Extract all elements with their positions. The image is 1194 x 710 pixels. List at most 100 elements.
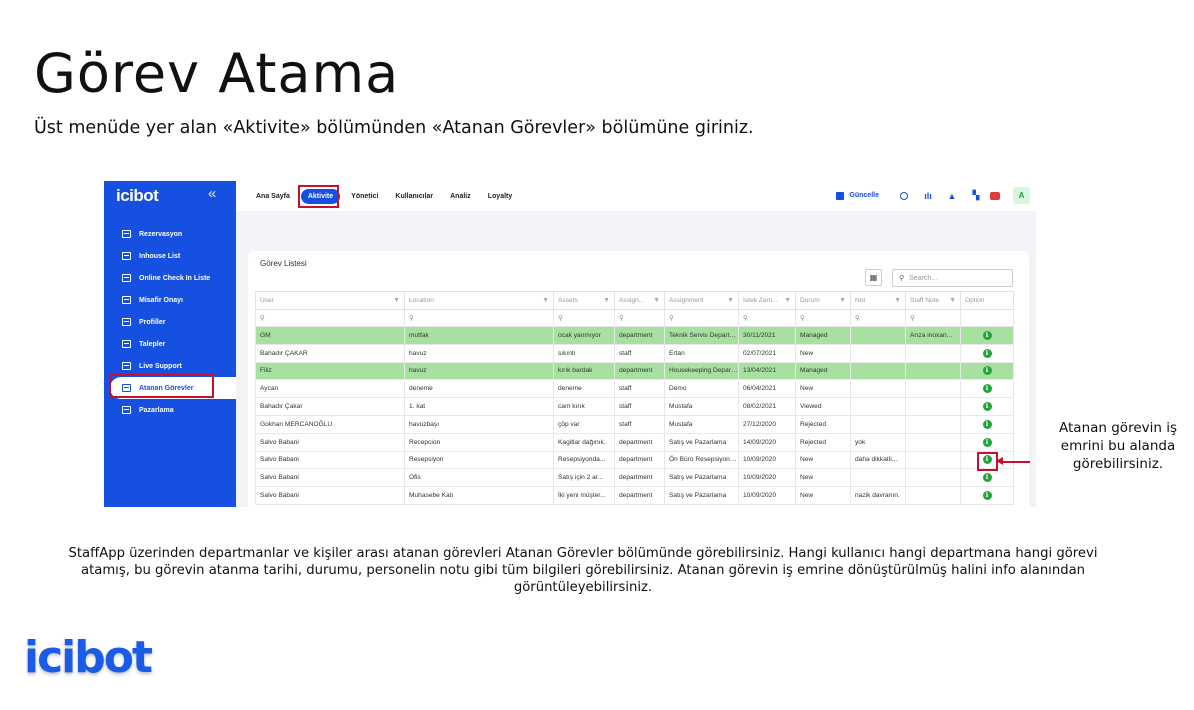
- sidebar-item-rezervasyon[interactable]: Rezervasyon: [104, 223, 236, 245]
- menu-item-loyalty[interactable]: Loyalty: [488, 193, 513, 200]
- column-header[interactable]: Assets ▼: [553, 291, 615, 310]
- info-icon[interactable]: i: [982, 348, 992, 358]
- save-button[interactable]: Güncelle: [836, 191, 879, 200]
- avatar[interactable]: A: [1013, 187, 1030, 204]
- table-row[interactable]: Salvo Babani Ofis Satış için 2 ar... depart…: [255, 468, 1014, 488]
- table-row[interactable]: Gokhan MERCANOĞLU havuzbaşı çöp var staff Mu…: [255, 414, 1014, 434]
- column-header[interactable]: Durum ▼: [795, 291, 851, 310]
- footer-logo: icibot: [24, 632, 153, 683]
- info-icon[interactable]: i: [982, 330, 992, 340]
- table-cell: 10/09/2020: [738, 468, 796, 488]
- table-row[interactable]: Aycan deneme deneme staff Demo 06/04/2021 New i: [255, 379, 1014, 399]
- info-icon[interactable]: i: [982, 419, 992, 429]
- table-cell: Salvo Babani: [255, 450, 405, 470]
- info-icon[interactable]: i: [982, 402, 992, 412]
- table-cell: Salvo Babani: [255, 468, 405, 488]
- flag-icon[interactable]: [990, 191, 1000, 200]
- column-filter-input[interactable]: ⚲: [795, 309, 851, 327]
- calendar-icon: [122, 340, 131, 348]
- table-body: ⚲ ⚲ ⚲ ⚲ ⚲ ⚲ ⚲ ⚲ ⚲ GM mutfak ocak yanmıyor department…: [255, 309, 1014, 505]
- filter-icon[interactable]: ▼: [839, 297, 846, 304]
- filter-icon[interactable]: ▼: [603, 297, 610, 304]
- calendar-icon: [122, 318, 131, 326]
- grid-icon[interactable]: ▚: [967, 190, 985, 201]
- column-header[interactable]: Location ▼: [404, 291, 554, 310]
- column-header-label: Assign...: [619, 297, 645, 304]
- sidebar: icibot « Rezervasyon Inhouse List Online C…: [104, 181, 236, 507]
- column-filter-input[interactable]: ⚲: [614, 309, 665, 327]
- column-filter-input[interactable]: ⚲: [905, 309, 961, 327]
- column-header[interactable]: Staff Note ▼: [905, 291, 961, 310]
- table-row[interactable]: Salvo Babani Recepcion Kagitlar dağınık. de…: [255, 432, 1014, 452]
- sidebar-item-label: Live Support: [139, 362, 182, 370]
- column-filter-input[interactable]: ⚲: [404, 309, 554, 327]
- table-cell: mutfak: [404, 326, 554, 345]
- menu-item-y-netici[interactable]: Yönetici: [351, 193, 378, 200]
- calendar-icon[interactable]: ▦: [865, 269, 882, 286]
- table-cell: New: [795, 343, 851, 363]
- table-row[interactable]: Bahadır Çakar 1. kat cam kırık staff Mustafa…: [255, 397, 1014, 416]
- table-cell: Salvo Babani: [255, 432, 405, 452]
- info-icon[interactable]: i: [982, 437, 992, 447]
- table-row[interactable]: Salvo Babani Resepsiyon Resepsiyonda... dep…: [255, 450, 1014, 470]
- sidebar-item-talepler[interactable]: Talepler: [104, 333, 236, 355]
- table-cell: nazik davranın.: [850, 486, 906, 505]
- filter-icon[interactable]: ▼: [542, 297, 549, 304]
- menu-item-ana-sayfa[interactable]: Ana Sayfa: [256, 193, 290, 200]
- info-icon[interactable]: i: [982, 366, 992, 376]
- table-cell: New: [795, 450, 851, 470]
- column-filter-input[interactable]: ⚲: [850, 309, 906, 327]
- table-cell: Ofis: [404, 468, 554, 488]
- table-cell: Rejected: [795, 432, 851, 452]
- table-cell: Teknik Servis Departmanı: [664, 326, 739, 345]
- filter-icon[interactable]: ▼: [784, 297, 791, 304]
- column-filter-input[interactable]: ⚲: [553, 309, 615, 327]
- sidebar-item-inhouse-list[interactable]: Inhouse List: [104, 245, 236, 267]
- column-header[interactable]: Assignment ▼: [664, 291, 739, 310]
- column-filter-input[interactable]: [960, 309, 1014, 327]
- filter-icon[interactable]: ▼: [949, 297, 956, 304]
- search-input[interactable]: ⚲ Search...: [892, 269, 1013, 287]
- table-cell: [850, 414, 906, 434]
- search-circle-icon[interactable]: [900, 191, 908, 200]
- column-header[interactable]: User ▼: [255, 291, 405, 310]
- menu-item-analiz[interactable]: Analiz: [450, 193, 471, 200]
- sidebar-item-label: Inhouse List: [139, 252, 181, 260]
- chart-icon[interactable]: ılı: [919, 191, 937, 201]
- sidebar-item-profiller[interactable]: Profiller: [104, 311, 236, 333]
- sidebar-item-online-check-in-liste[interactable]: Online Check In Liste: [104, 267, 236, 289]
- bell-icon[interactable]: ▲: [943, 191, 961, 201]
- column-filter-input[interactable]: ⚲: [738, 309, 796, 327]
- column-header[interactable]: Assign... ▼: [614, 291, 665, 310]
- filter-icon[interactable]: ▼: [894, 297, 901, 304]
- filter-icon[interactable]: ▼: [727, 297, 734, 304]
- table-cell: GM: [255, 326, 405, 345]
- table-row[interactable]: Bahadır ÇAKAR havuz sıkıntı staff Ertan 02/07…: [255, 343, 1014, 363]
- option-cell: i: [960, 468, 1014, 488]
- column-header-label: Assignment: [669, 297, 704, 304]
- filter-icon[interactable]: ▼: [393, 297, 400, 304]
- table-row[interactable]: Salvo Babani Muhasebe Katı İki yeni müşter…: [255, 486, 1014, 505]
- column-header-label: Assets: [558, 297, 578, 304]
- column-filter-input[interactable]: ⚲: [255, 309, 405, 327]
- table-row[interactable]: GM mutfak ocak yanmıyor department Teknik Se…: [255, 326, 1014, 345]
- table-cell: staff: [614, 343, 665, 363]
- info-icon[interactable]: i: [982, 491, 992, 501]
- sidebar-item-label: Profiller: [139, 318, 166, 326]
- double-chevron-left-icon[interactable]: «: [208, 185, 216, 202]
- table-cell: İki yeni müşter...: [553, 486, 615, 505]
- menu-item-kullan-c-lar[interactable]: Kullanıcılar: [395, 193, 433, 200]
- save-button-label: Güncelle: [849, 192, 879, 199]
- column-header[interactable]: İstek Zam... ▼: [738, 291, 796, 310]
- column-header[interactable]: Not ▼: [850, 291, 906, 310]
- sidebar-item-pazarlama[interactable]: Pazarlama: [104, 399, 236, 421]
- column-filter-input[interactable]: ⚲: [664, 309, 739, 327]
- table-row[interactable]: Filiz havuz kırık bardak department Housekee…: [255, 361, 1014, 381]
- column-header[interactable]: Option: [960, 291, 1014, 310]
- sidebar-item-misafir-onay-[interactable]: Misafir Onayı: [104, 289, 236, 311]
- table-cell: Ertan: [664, 343, 739, 363]
- filter-icon[interactable]: ▼: [653, 297, 660, 304]
- info-icon[interactable]: i: [982, 384, 992, 394]
- sidebar-item-label: Talepler: [139, 340, 166, 348]
- info-icon[interactable]: i: [982, 473, 992, 483]
